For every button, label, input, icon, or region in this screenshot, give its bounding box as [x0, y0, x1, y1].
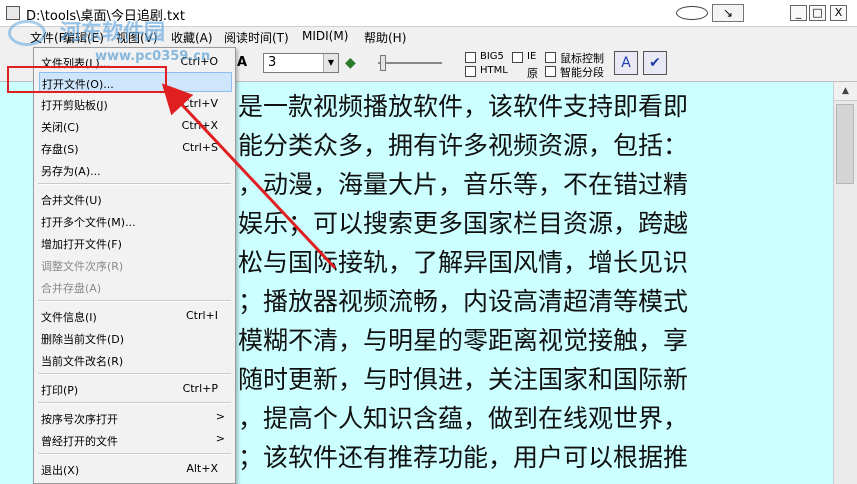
vertical-scrollbar[interactable]: ▲ [833, 82, 857, 484]
smart-segment-checkbox[interactable] [545, 66, 556, 77]
speed-slider-track[interactable] [378, 62, 442, 64]
menu-item-open-clipboard[interactable]: 打开剪贴板(J) Ctrl+V [39, 94, 232, 114]
menu-item-label: 合并文件(U) [41, 194, 102, 207]
text-line: 松与国际接轨，了解异国风情，增长见识 [238, 248, 689, 277]
font-size-value: 3 [268, 55, 277, 70]
watermark-logo [8, 20, 46, 46]
menu-item-recent-files[interactable]: 曾经打开的文件 > [39, 430, 232, 450]
menu-item-label: 删除当前文件(D) [41, 333, 125, 346]
menu-item-label: 按序号次序打开 [41, 413, 118, 426]
text-line: 模糊不清，与明星的零距离视觉接触，享 [238, 326, 689, 355]
text-line: 娱乐；可以搜索更多国家栏目资源，跨越 [238, 209, 689, 238]
menu-item-shortcut: Ctrl+V [181, 97, 218, 110]
chevron-right-icon: > [215, 432, 225, 445]
text-line: ，动漫，海量大片，音乐等，不在错过精 [238, 170, 689, 199]
html-label: HTML [480, 65, 508, 76]
menu-midi[interactable]: MIDI(M) [302, 29, 348, 43]
menu-item-label: 曾经打开的文件 [41, 435, 118, 448]
menu-item-open-file[interactable]: 打开文件(O)... [39, 72, 232, 92]
text-line: ；该软件还有推荐功能，用户可以根据推 [238, 443, 689, 472]
text-line: ；播放器视频流畅，内设高清超清等模式 [238, 287, 689, 316]
watermark-title: 河东软件园 [60, 20, 165, 44]
ie-label: IE [527, 51, 537, 62]
menu-item-print[interactable]: 打印(P) Ctrl+P [39, 379, 232, 399]
mouse-control-checkbox[interactable] [545, 52, 556, 63]
menu-item-label: 打开多个文件(M)... [41, 216, 136, 229]
bookmark-check-icon[interactable]: ✔ [643, 51, 667, 75]
scroll-up-icon[interactable]: ▲ [834, 82, 857, 101]
font-style-icon[interactable]: A [614, 51, 638, 75]
oval-toolbar-button[interactable] [676, 6, 708, 20]
menu-item-shortcut: Ctrl+P [182, 382, 218, 395]
app-icon[interactable] [6, 6, 20, 20]
menu-separator [38, 453, 231, 455]
menu-item-exit[interactable]: 退出(X) Alt+X [39, 459, 232, 479]
html-checkbox[interactable] [465, 66, 476, 77]
file-menu-dropdown: 文件列表(L)... Ctrl+O 打开文件(O)... 打开剪贴板(J) Ct… [33, 47, 236, 484]
menu-item-open-by-order[interactable]: 按序号次序打开 > [39, 408, 232, 428]
big5-checkbox[interactable] [465, 52, 476, 63]
menu-item-merge-files[interactable]: 合并文件(U) [39, 189, 232, 209]
menu-item-close[interactable]: 关闭(C) Ctrl+X [39, 116, 232, 136]
menu-item-label: 增加打开文件(F) [41, 238, 122, 251]
menu-item-reorder-files: 调整文件次序(R) [39, 255, 232, 275]
maximize-button[interactable]: □ [809, 5, 826, 21]
font-size-select[interactable]: 3 ▼ [263, 53, 339, 73]
menu-item-label: 合并存盘(A) [41, 282, 102, 295]
text-line: 是一款视频播放软件，该软件支持即看即 [238, 92, 689, 121]
speed-slider-thumb[interactable] [380, 55, 386, 71]
scrollbar-thumb[interactable] [836, 104, 854, 184]
menu-separator [38, 300, 231, 302]
menu-help[interactable]: 帮助(H) [364, 29, 406, 46]
menu-separator [38, 402, 231, 404]
menu-item-shortcut: Ctrl+S [182, 141, 218, 154]
menu-item-rename-current[interactable]: 当前文件改名(R) [39, 350, 232, 370]
watermark-url: www.pc0359.cn [95, 49, 211, 64]
menu-item-add-open-file[interactable]: 增加打开文件(F) [39, 233, 232, 253]
text-line: 能分类众多，拥有许多视频资源，包括： [238, 131, 689, 160]
text-format-icon[interactable]: A [237, 55, 247, 70]
menu-item-shortcut: Ctrl+I [185, 309, 218, 322]
menu-separator [38, 373, 231, 375]
menu-item-label: 关闭(C) [41, 121, 80, 134]
chevron-down-icon[interactable]: ▼ [323, 54, 338, 72]
menu-item-label: 打开文件(O)... [42, 78, 114, 91]
menu-item-label: 当前文件改名(R) [41, 355, 124, 368]
menu-item-save[interactable]: 存盘(S) Ctrl+S [39, 138, 232, 158]
menu-item-label: 文件信息(I) [41, 311, 97, 324]
menu-item-file-info[interactable]: 文件信息(I) Ctrl+I [39, 306, 232, 326]
menu-item-label: 存盘(S) [41, 143, 79, 156]
close-button[interactable]: X [830, 5, 847, 21]
text-line: 随时更新，与时俱进，关注国家和国际新 [238, 365, 689, 394]
menu-item-open-multiple[interactable]: 打开多个文件(M)... [39, 211, 232, 231]
original-label: 原 [527, 67, 538, 80]
chevron-right-icon: > [215, 410, 225, 423]
ie-checkbox[interactable] [512, 52, 523, 63]
menu-item-save-as[interactable]: 另存为(A)... [39, 160, 232, 180]
menu-reading-time[interactable]: 阅读时间(T) [224, 29, 289, 46]
menu-item-label: 调整文件次序(R) [41, 260, 124, 273]
menu-item-label: 打开剪贴板(J) [41, 99, 108, 112]
big5-label: BIG5 [480, 51, 504, 62]
menu-item-label: 退出(X) [41, 464, 80, 477]
menu-item-shortcut: Alt+X [186, 462, 218, 475]
menu-item-shortcut: Ctrl+X [181, 119, 218, 132]
menu-favorites[interactable]: 收藏(A) [171, 29, 213, 46]
menu-item-merge-save: 合并存盘(A) [39, 277, 232, 297]
text-line: ，提高个人知识含蕴，做到在线观世界， [238, 404, 689, 433]
minimize-button[interactable]: _ [790, 5, 807, 21]
color-palette-icon[interactable]: ◆ [345, 55, 356, 71]
smart-segment-label: 智能分段 [560, 66, 604, 79]
arrow-toolbar-button[interactable]: ↘ [712, 4, 744, 22]
menu-separator [38, 183, 231, 185]
menu-item-delete-current[interactable]: 删除当前文件(D) [39, 328, 232, 348]
menu-item-label: 另存为(A)... [41, 165, 101, 178]
menu-item-label: 打印(P) [41, 384, 79, 397]
